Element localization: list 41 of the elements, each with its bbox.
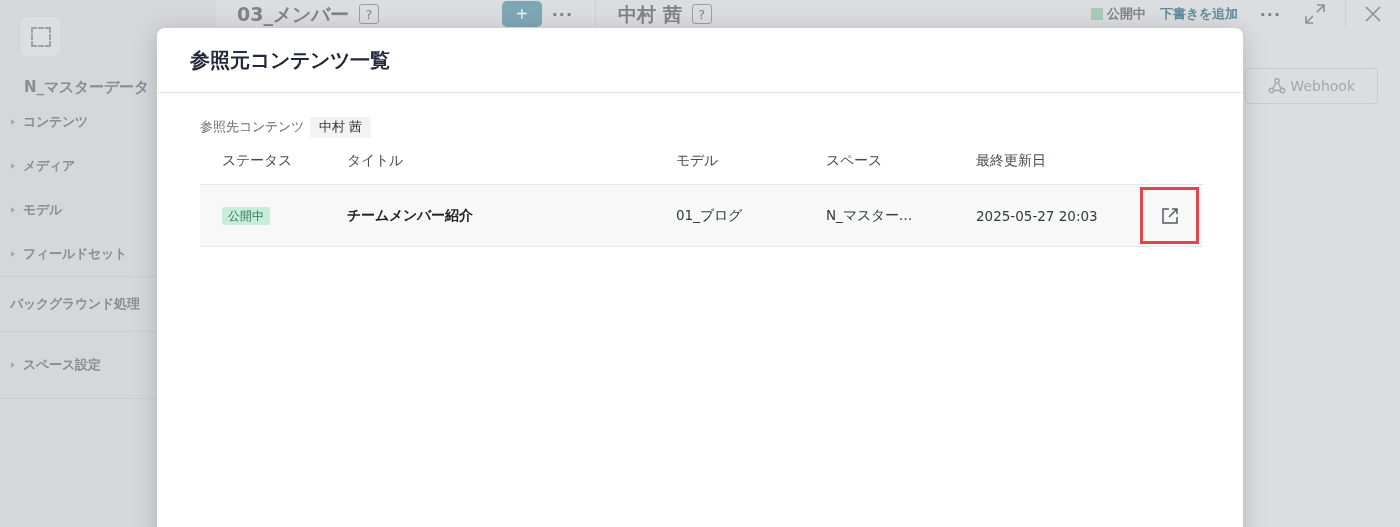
column-header: モデル [676,152,719,170]
sidebar-item[interactable]: コンテンツ [23,113,88,131]
close-icon[interactable] [1364,5,1382,23]
column-header: スペース [826,152,883,170]
column-header: タイトル [347,152,404,170]
column-header: 最終更新日 [976,152,1047,170]
caret-icon [11,251,15,257]
caret-icon [11,207,15,213]
table-cell-text: 2025-05-27 20:03 [976,207,1099,224]
external-link-icon[interactable] [1159,205,1180,226]
caret-icon [11,362,15,368]
table-cell-text: N_マスター… [826,206,914,225]
panel-title: 03_メンバー [237,3,349,25]
help-icon[interactable]: ? [691,4,712,24]
sidebar-item[interactable]: スペース設定 [23,356,101,374]
status-badge: 公開中 [222,207,270,225]
webhook-button[interactable]: Webhook [1245,68,1378,104]
table-cell-text: チームメンバー紹介 [347,206,474,225]
dialog-title: 参照元コンテンツ一覧 [190,46,390,74]
caret-icon [11,119,15,125]
table-row[interactable]: 公開中 チームメンバー紹介 01_ブログ N_マスター… 2025-05-27 20:03 [200,184,1203,247]
reference-label: 参照先コンテンツ [200,119,304,136]
add-draft-link[interactable]: 下書きを追加 [1159,5,1238,23]
sidebar-item[interactable]: メディア [23,157,75,175]
add-button[interactable]: + [501,1,542,27]
webhook-icon [1268,77,1287,95]
expand-icon[interactable] [1303,2,1327,26]
more-button[interactable]: ··· [1259,4,1281,24]
status-label: 公開中 [1106,5,1146,23]
help-icon[interactable]: ? [358,4,379,24]
sidebar-item[interactable]: モデル [23,201,62,219]
reference-tag: 中村 茜 [310,117,371,138]
column-header: ステータス [222,152,293,170]
panel-title: 中村 茜 [618,3,682,25]
space-name: N_マスターデータ [24,78,151,98]
logo-icon [21,17,60,56]
caret-icon [11,163,15,169]
more-button[interactable]: ··· [551,4,573,24]
table-cell-text: 01_ブログ [676,206,743,225]
sidebar-item[interactable]: バックグラウンド処理 [10,295,140,313]
sidebar-item[interactable]: フィールドセット [23,245,127,263]
